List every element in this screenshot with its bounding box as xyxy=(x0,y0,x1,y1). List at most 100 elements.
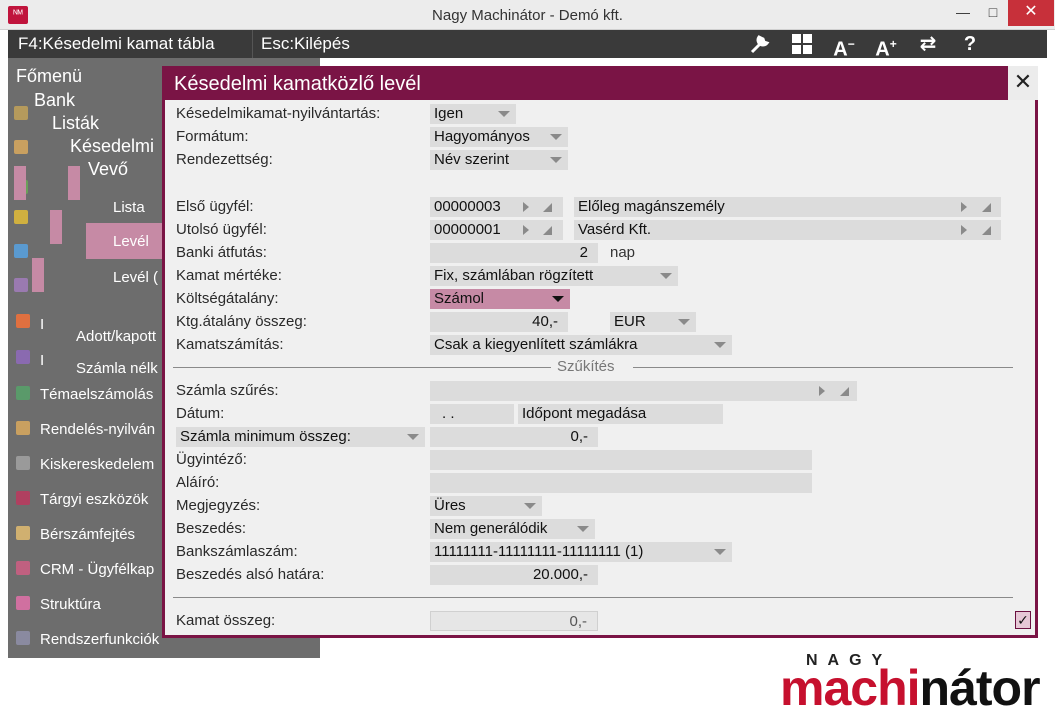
resize-corner-icon xyxy=(543,203,552,212)
resize-corner-icon xyxy=(982,226,991,235)
utolso-ugyfel-name-field[interactable]: Vasérd Kft. xyxy=(574,220,1001,240)
folder-icon xyxy=(14,106,28,120)
menu-level2[interactable]: Levél ( xyxy=(113,269,158,286)
menu-crm[interactable]: CRM - Ügyfélkap xyxy=(40,561,154,578)
dialog-close-button[interactable]: ✕ xyxy=(1008,66,1038,100)
wrench-icon[interactable] xyxy=(740,30,780,58)
ugyintezo-label: Ügyintéző: xyxy=(176,451,247,468)
formatum-select[interactable]: Hagyományos xyxy=(430,127,568,147)
menu-vevo[interactable]: Vevő xyxy=(88,159,128,180)
grid-icon[interactable] xyxy=(782,30,822,58)
alairo-input[interactable] xyxy=(430,473,812,493)
chevron-down-icon xyxy=(577,526,589,532)
resize-corner-icon xyxy=(840,387,849,396)
menu-kiskereskedelem[interactable]: Kiskereskedelem xyxy=(40,456,154,473)
kamat-mertek-select[interactable]: Fix, számlában rögzített xyxy=(430,266,678,286)
kamatszamitas-select[interactable]: Csak a kiegyenlített számlákra xyxy=(430,335,732,355)
ok-check-button[interactable]: ✓ xyxy=(1015,611,1031,629)
arrow-right-icon[interactable] xyxy=(961,225,967,235)
report-icon xyxy=(16,386,30,400)
utolso-ugyfel-label: Utolsó ügyfél: xyxy=(176,221,267,238)
menu-targyi-eszkozok[interactable]: Tárgyi eszközök xyxy=(40,491,148,508)
min-osszeg-type-select[interactable]: Számla minimum összeg: xyxy=(176,427,425,447)
font-decrease-icon[interactable]: A− xyxy=(824,30,864,61)
chevron-down-icon xyxy=(714,342,726,348)
menu-level-selected[interactable]: Levél xyxy=(86,223,166,259)
elso-ugyfel-name-field[interactable]: Előleg magánszemély xyxy=(574,197,1001,217)
datum-input[interactable]: . . xyxy=(430,404,514,424)
min-osszeg-input[interactable]: 0,- xyxy=(430,427,598,447)
ugyintezo-input[interactable] xyxy=(430,450,812,470)
resize-corner-icon xyxy=(982,203,991,212)
menu-kesedelmi[interactable]: Késedelmi xyxy=(70,136,154,157)
megjegyzes-select[interactable]: Üres xyxy=(430,496,542,516)
folder-icon xyxy=(14,140,28,154)
nyilvantartas-select[interactable]: Igen xyxy=(430,104,516,124)
beszedes-hatar-input[interactable]: 20.000,- xyxy=(430,565,598,585)
menu-listak[interactable]: Listák xyxy=(52,113,99,134)
kamat-osszeg-label: Kamat összeg: xyxy=(176,612,276,629)
alairo-label: Aláíró: xyxy=(176,474,220,491)
chevron-down-icon xyxy=(524,503,536,509)
beszedes-label: Beszedés: xyxy=(176,520,247,537)
menu-fomenu[interactable]: Főmenü xyxy=(16,66,82,87)
currency-select[interactable]: EUR xyxy=(610,312,696,332)
font-increase-icon[interactable]: A+ xyxy=(866,30,906,61)
cashier-icon xyxy=(16,456,30,470)
chevron-down-icon xyxy=(678,319,690,325)
dialog-header: Késedelmi kamatközlő levél ✕ xyxy=(162,66,1038,100)
swap-icon[interactable]: ⇄ xyxy=(908,30,948,58)
arrow-right-icon[interactable] xyxy=(819,386,825,396)
window-title: Nagy Machinátor - Demó kft. xyxy=(432,7,623,24)
beszedes-hatar-label: Beszedés alsó határa: xyxy=(176,566,325,583)
rendezettseg-label: Rendezettség: xyxy=(176,151,273,168)
bankszamlaszam-select[interactable]: 11111111-11111111-11111111 (1) xyxy=(430,542,732,562)
arrow-right-icon[interactable] xyxy=(523,202,529,212)
arrow-right-icon[interactable] xyxy=(523,225,529,235)
window-close-button[interactable]: ✕ xyxy=(1008,0,1054,26)
chevron-down-icon xyxy=(498,111,510,117)
esc-exit-button[interactable]: Esc:Kilépés xyxy=(252,30,358,58)
menu-struktura[interactable]: Struktúra xyxy=(40,596,101,613)
menu-rendszerfunkciok[interactable]: Rendszerfunkciók xyxy=(40,631,159,648)
nap-unit: nap xyxy=(610,244,636,261)
beszedes-select[interactable]: Nem generálódik xyxy=(430,519,595,539)
book-icon xyxy=(16,314,30,328)
minimize-button[interactable]: — xyxy=(948,0,978,26)
machinator-logo: machinátor xyxy=(780,660,1041,716)
menu-berszamfejtes[interactable]: Bérszámfejtés xyxy=(40,526,135,543)
formatum-label: Formátum: xyxy=(176,128,249,145)
menu-temaelszamolas[interactable]: Témaelszámolás xyxy=(40,386,153,403)
menu-szamla-nelkul[interactable]: Számla nélk xyxy=(76,360,158,377)
banki-atfutas-label: Banki átfutás: xyxy=(176,244,267,261)
f4-interest-table-button[interactable]: F4:Késedelmi kamat tábla xyxy=(10,30,223,58)
ktg-osszeg-input[interactable]: 40,- xyxy=(430,312,568,332)
utolso-ugyfel-code-field[interactable]: 00000001 xyxy=(430,220,563,240)
gear-icon xyxy=(16,631,30,645)
menu-adott-kapott[interactable]: Adott/kapott xyxy=(76,328,156,345)
folder-icon xyxy=(14,244,28,258)
crm-icon xyxy=(16,561,30,575)
kamat-osszeg-output: 0,- xyxy=(430,611,598,631)
arrow-right-icon[interactable] xyxy=(961,202,967,212)
ktg-osszeg-label: Ktg.átalány összeg: xyxy=(176,313,307,330)
folder-icon xyxy=(14,278,28,292)
menu-rendeles[interactable]: Rendelés-nyilván xyxy=(40,421,155,438)
menu-bank[interactable]: Bank xyxy=(34,90,75,111)
banki-atfutas-input[interactable]: 2 xyxy=(430,243,598,263)
szamla-szures-field[interactable] xyxy=(430,381,857,401)
payroll-icon xyxy=(16,526,30,540)
datum-label: Dátum: xyxy=(176,405,225,422)
dialog-title: Késedelmi kamatközlő levél xyxy=(174,73,421,95)
idopont-megadasa-button[interactable]: Időpont megadása xyxy=(518,404,723,424)
bankszamlaszam-label: Bankszámlaszám: xyxy=(176,543,298,560)
structure-icon xyxy=(16,596,30,610)
help-icon[interactable]: ? xyxy=(950,30,990,58)
chevron-down-icon xyxy=(552,296,564,302)
rendezettseg-select[interactable]: Név szerint xyxy=(430,150,568,170)
maximize-button[interactable]: □ xyxy=(978,0,1008,26)
menu-lista[interactable]: Lista xyxy=(113,199,145,216)
elso-ugyfel-code-field[interactable]: 00000003 xyxy=(430,197,563,217)
koltsegatalany-select[interactable]: Számol xyxy=(430,289,570,309)
people-icon xyxy=(16,350,30,364)
